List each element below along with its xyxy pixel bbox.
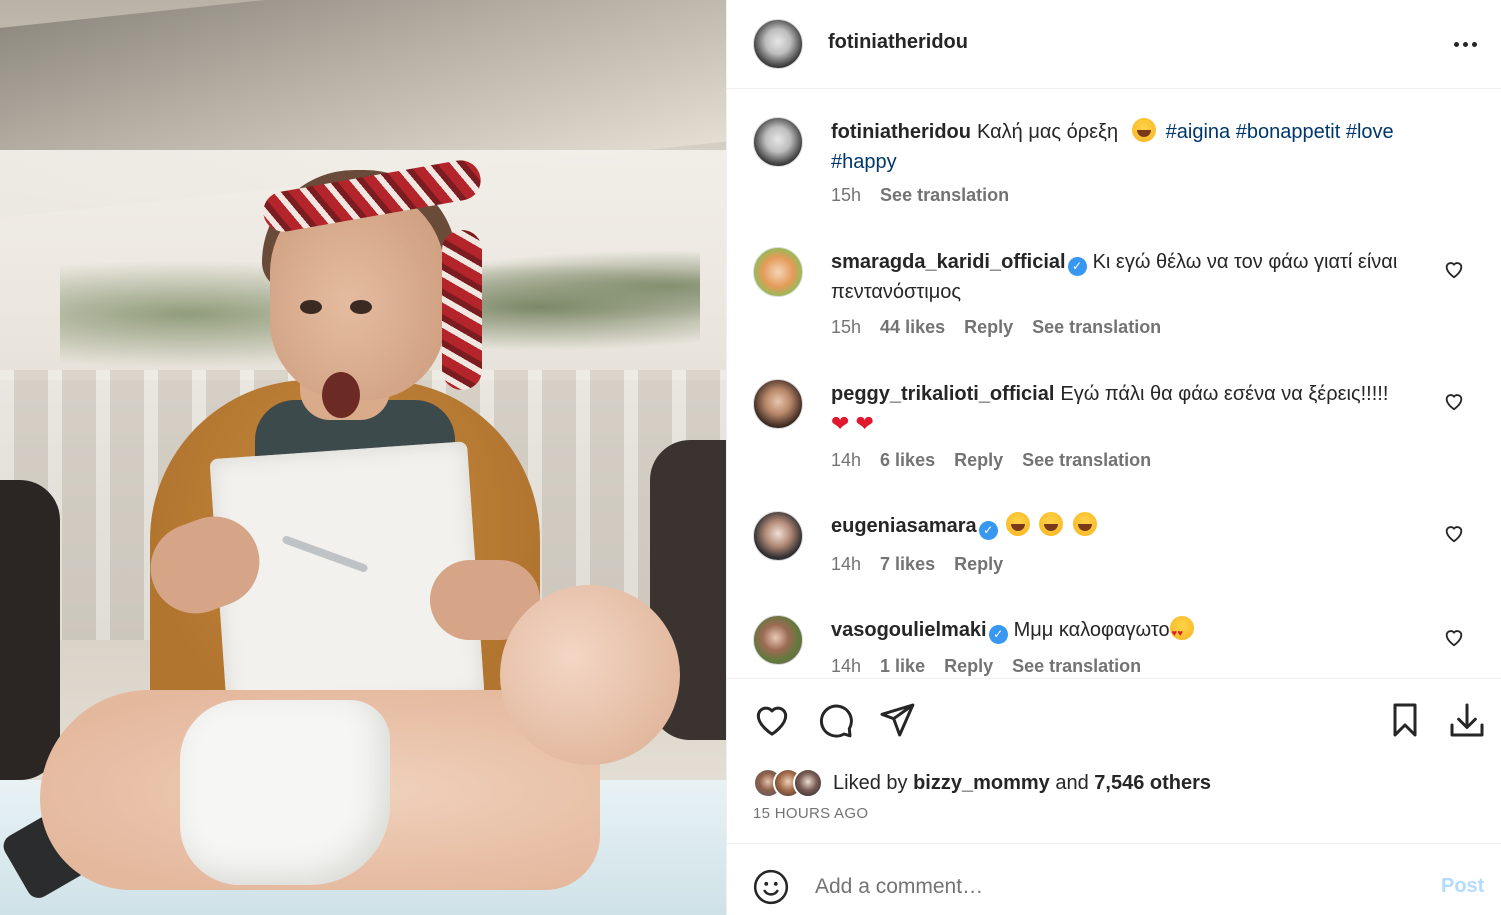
like-heart-icon[interactable]	[752, 699, 792, 741]
comment-text: Εγώ πάλι θα φάω εσένα να ξέρεις!!!!!	[1060, 383, 1389, 405]
liked-by-user[interactable]: bizzy_mommy	[913, 772, 1050, 794]
post-timestamp: 15 HOURS AGO	[753, 805, 869, 822]
comment-time: 15h	[831, 317, 862, 337]
hashtag[interactable]: #happy	[831, 151, 897, 173]
comment-meta: 14h 7 likes Reply	[831, 554, 1003, 575]
liked-by-row[interactable]: Liked by bizzy_mommy and 7,546 others	[753, 767, 1211, 799]
post-photo[interactable]	[0, 0, 726, 915]
photo-diaper	[180, 700, 390, 885]
see-translation-link[interactable]: See translation	[1022, 450, 1151, 471]
comments-list[interactable]: fotiniatheridou Καλή μας όρεξη #aigina #b…	[727, 90, 1501, 678]
comment-meta: 14h 6 likes Reply See translation	[831, 450, 1151, 471]
photo-mouth	[322, 372, 360, 418]
comment-username[interactable]: smaragda_karidi_official	[831, 251, 1066, 273]
save-bookmark-icon[interactable]	[1385, 699, 1425, 741]
caption-avatar[interactable]	[753, 117, 803, 167]
comment-likes[interactable]: 1 like	[880, 656, 925, 677]
like-comment-heart-icon[interactable]	[1443, 258, 1465, 280]
download-icon[interactable]	[1447, 699, 1487, 741]
see-translation-link[interactable]: See translation	[1012, 656, 1141, 677]
comment-username[interactable]: peggy_trikalioti_official	[831, 383, 1054, 405]
comment-body: eugeniasamara ✓	[831, 511, 1441, 541]
hashtag[interactable]: #love	[1346, 121, 1394, 143]
red-heart-emoji-icon: ❤	[831, 411, 850, 436]
photo-person-left	[0, 480, 60, 780]
comment-body: peggy_trikalioti_official Εγώ πάλι θα φάω…	[831, 379, 1441, 439]
add-comment-input[interactable]	[815, 870, 1405, 904]
laughing-emoji-icon	[1039, 512, 1064, 536]
comment-body: smaragda_karidi_official ✓ Κι εγώ θέλω να …	[831, 247, 1441, 307]
caption-body: fotiniatheridou Καλή μας όρεξη #aigina #b…	[831, 117, 1441, 177]
more-options-icon[interactable]	[1449, 28, 1481, 60]
laughing-emoji-icon	[1005, 512, 1030, 536]
see-translation-link[interactable]: See translation	[880, 185, 1009, 206]
caption-meta: 15h See translation	[831, 185, 1009, 206]
comment-text: Μμμ καλοφαγωτο	[1013, 619, 1170, 641]
comment-meta: 15h 44 likes Reply See translation	[831, 317, 1161, 338]
liked-by-others[interactable]: 7,546 others	[1094, 772, 1211, 794]
reply-button[interactable]: Reply	[954, 554, 1003, 575]
caption-time: 15h	[831, 185, 862, 205]
author-avatar[interactable]	[753, 19, 803, 69]
reply-button[interactable]: Reply	[954, 450, 1003, 471]
comment-avatar[interactable]	[753, 379, 803, 429]
share-send-icon[interactable]	[877, 699, 917, 741]
verified-badge-icon: ✓	[1067, 257, 1087, 276]
verified-badge-icon: ✓	[978, 521, 998, 540]
comment-username[interactable]: vasogoulielmaki	[831, 619, 987, 641]
laughing-emoji-icon	[1072, 512, 1097, 536]
comment-likes[interactable]: 44 likes	[880, 317, 945, 338]
liker-avatar	[793, 768, 823, 798]
caption-text: Καλή μας όρεξη	[976, 121, 1119, 143]
liked-by-and: and	[1055, 771, 1089, 794]
photo-eye-right	[350, 300, 372, 314]
photo-eye-left	[300, 300, 322, 314]
post-comment-button[interactable]: Post	[1441, 875, 1484, 898]
post-actions: Liked by bizzy_mommy and 7,546 others 15…	[727, 678, 1501, 844]
comment-time: 14h	[831, 656, 862, 676]
comment-likes[interactable]: 7 likes	[880, 554, 935, 575]
comment-time: 14h	[831, 554, 862, 574]
comment-time: 14h	[831, 450, 862, 470]
comment-avatar[interactable]	[753, 511, 803, 561]
author-username[interactable]: fotiniatheridou	[828, 31, 968, 54]
liked-by-prefix: Liked by	[833, 771, 908, 794]
verified-badge-icon: ✓	[988, 625, 1008, 644]
reply-button[interactable]: Reply	[944, 656, 993, 677]
heart-eyes-emoji-icon	[1169, 616, 1194, 648]
hashtag[interactable]: #aigina	[1166, 121, 1231, 143]
comment-likes[interactable]: 6 likes	[880, 450, 935, 471]
post-header: fotiniatheridou	[727, 0, 1501, 89]
emoji-smiley-icon[interactable]	[752, 868, 790, 906]
hashtag[interactable]: #bonappetit	[1236, 121, 1341, 143]
reply-button[interactable]: Reply	[964, 317, 1013, 338]
caption-username[interactable]: fotiniatheridou	[831, 121, 971, 143]
like-comment-heart-icon[interactable]	[1443, 390, 1465, 412]
post-detail-panel: fotiniatheridou fotiniatheridou Καλή μας …	[726, 0, 1501, 915]
liked-by-text: Liked by bizzy_mommy and 7,546 others	[833, 772, 1211, 795]
comment-avatar[interactable]	[753, 615, 803, 665]
photo-headscarf-tail	[442, 230, 482, 390]
comment-composer: Post	[727, 843, 1501, 915]
comment-body: vasogoulielmaki ✓ Μμμ καλοφαγωτο	[831, 615, 1441, 648]
see-translation-link[interactable]: See translation	[1032, 317, 1161, 338]
photo-baby-head	[500, 585, 680, 765]
like-comment-heart-icon[interactable]	[1443, 522, 1465, 544]
comment-meta: 14h 1 like Reply See translation	[831, 656, 1141, 677]
comment-avatar[interactable]	[753, 247, 803, 297]
like-comment-heart-icon[interactable]	[1443, 626, 1465, 648]
laughing-emoji-icon	[1131, 118, 1156, 142]
red-heart-emoji-icon: ❤	[855, 411, 874, 436]
comment-bubble-icon[interactable]	[815, 699, 855, 741]
comment-username[interactable]: eugeniasamara	[831, 515, 977, 537]
